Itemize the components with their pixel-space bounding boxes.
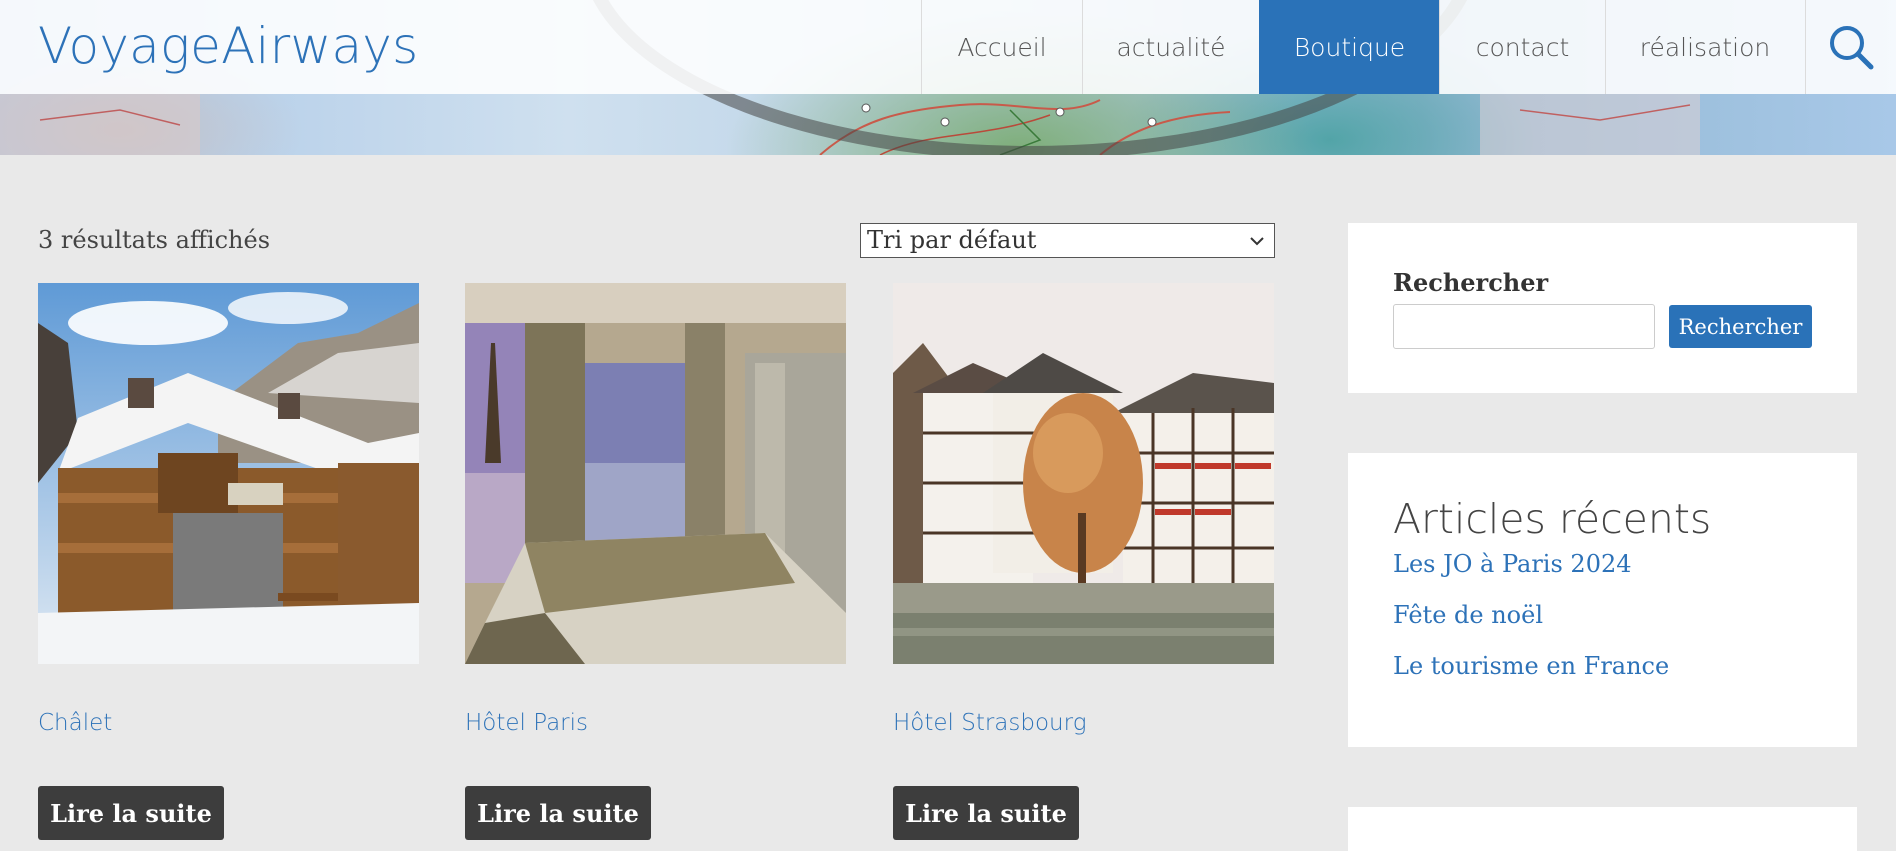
sort-select[interactable]: Tri par défaut [860, 223, 1275, 258]
nav-item-contact[interactable]: contact [1439, 0, 1605, 94]
header-banner: VoyageAirways Accueil actualité Boutique… [0, 0, 1896, 155]
product-title-hotel-paris[interactable]: Hôtel Paris [465, 710, 588, 736]
product-card: Châlet Lire la suite [38, 283, 419, 840]
product-title-hotel-strasbourg[interactable]: Hôtel Strasbourg [893, 710, 1087, 736]
product-card: Hôtel Strasbourg Lire la suite [893, 283, 1274, 840]
nav-item-boutique[interactable]: Boutique [1259, 0, 1439, 94]
main-nav: Accueil actualité Boutique contact réali… [921, 0, 1804, 94]
recent-articles-list: Les JO à Paris 2024 Fête de noël Le tour… [1393, 547, 1669, 700]
nav-item-actualite[interactable]: actualité [1082, 0, 1259, 94]
top-navigation-bar: VoyageAirways Accueil actualité Boutique… [0, 0, 1896, 94]
recent-article-link[interactable]: Le tourisme en France [1393, 649, 1669, 700]
sidebar-widget [1348, 807, 1857, 851]
read-more-button-hotel-strasbourg[interactable]: Lire la suite [893, 786, 1079, 840]
recent-article-link[interactable]: Fête de noël [1393, 598, 1669, 649]
search-submit-button[interactable]: Rechercher [1669, 305, 1812, 348]
search-widget: Rechercher Rechercher [1348, 223, 1857, 393]
product-image-chalet[interactable] [38, 283, 419, 664]
nav-search-button[interactable] [1805, 0, 1896, 94]
search-icon [1830, 26, 1874, 70]
nav-item-realisation[interactable]: réalisation [1605, 0, 1804, 94]
sort-selected-value: Tri par défaut [867, 226, 1037, 254]
recent-articles-widget: Articles récents Les JO à Paris 2024 Fêt… [1348, 453, 1857, 747]
nav-item-accueil[interactable]: Accueil [921, 0, 1082, 94]
recent-article-link[interactable]: Les JO à Paris 2024 [1393, 547, 1669, 598]
recent-articles-title: Articles récents [1393, 495, 1712, 543]
product-card: Hôtel Paris Lire la suite [465, 283, 846, 840]
product-image-hotel-strasbourg[interactable] [893, 283, 1274, 664]
search-widget-label: Rechercher [1393, 268, 1549, 297]
read-more-button-hotel-paris[interactable]: Lire la suite [465, 786, 651, 840]
chevron-down-icon [1250, 236, 1264, 245]
search-input[interactable] [1393, 304, 1655, 349]
product-title-chalet[interactable]: Châlet [38, 710, 112, 736]
result-count: 3 résultats affichés [38, 226, 271, 254]
read-more-button-chalet[interactable]: Lire la suite [38, 786, 224, 840]
site-logo[interactable]: VoyageAirways [38, 14, 418, 78]
product-image-hotel-paris[interactable] [465, 283, 846, 664]
